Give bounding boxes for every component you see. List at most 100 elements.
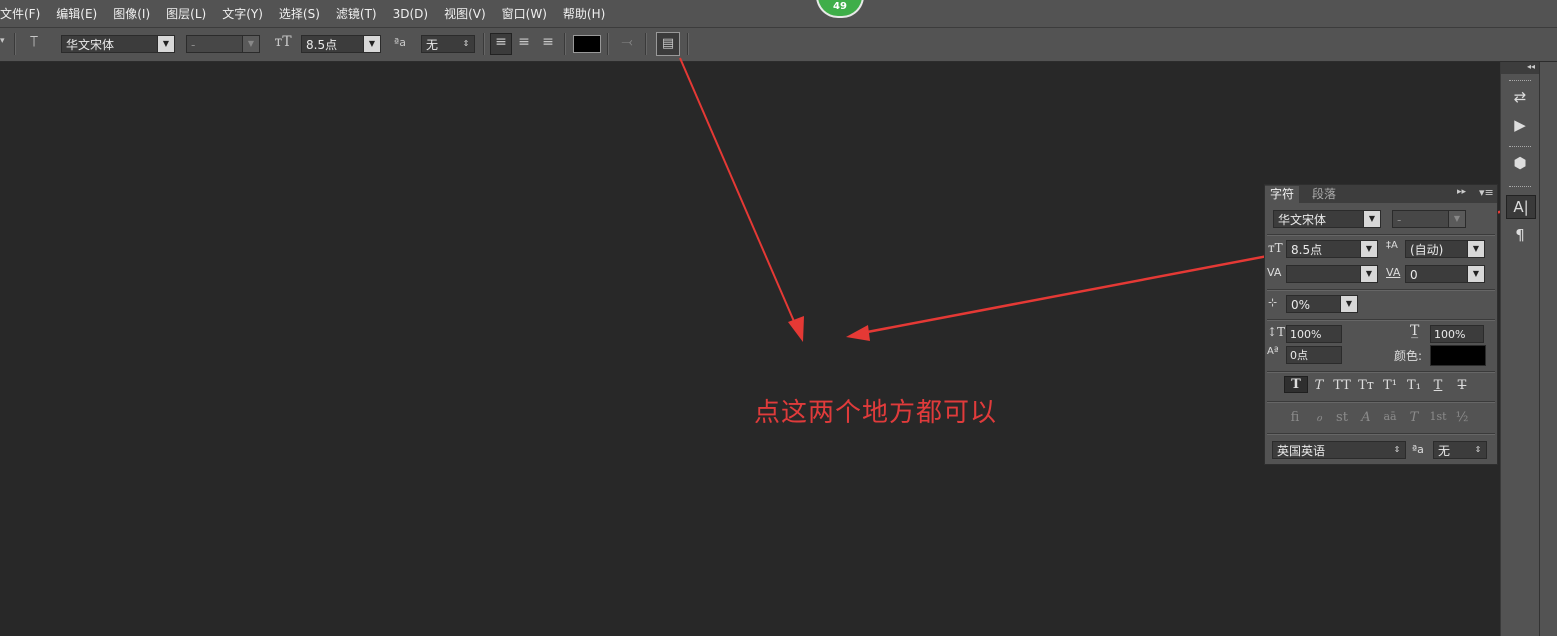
align-left-icon[interactable]: ≡ — [490, 33, 512, 55]
antialias-dropdown[interactable]: 无 ⇕ — [421, 35, 475, 53]
updown-icon: ⇕ — [1389, 442, 1405, 458]
subscript-button[interactable]: T₁ — [1403, 378, 1425, 393]
notification-badge[interactable]: 49 — [816, 0, 864, 18]
kerning-dropdown[interactable]: ▼ — [1286, 265, 1378, 283]
superscript-button[interactable]: T¹ — [1379, 378, 1401, 393]
chevron-down-icon: ▼ — [1363, 211, 1380, 227]
options-bar: ▾ ⟙ 华文宋体 ▼ - ▼ ᴛT 8.5点 ▼ ªa 无 ⇕ ≡ ≡ ≡ ⤙ ▤ — [0, 28, 1557, 62]
panel-font-family-dropdown[interactable]: 华文宋体 ▼ — [1273, 210, 1381, 228]
panel-antialias-dropdown[interactable]: 无 ⇕ — [1433, 441, 1487, 459]
divider — [1267, 234, 1495, 236]
chevron-down-icon: ▼ — [1448, 211, 1465, 227]
panel-font-style-dropdown[interactable]: - ▼ — [1392, 210, 1466, 228]
panel-menu-icon[interactable]: ▾≡ — [1479, 186, 1494, 199]
kerning-icon: VA — [1267, 266, 1282, 279]
color-swatch[interactable] — [1430, 345, 1486, 366]
faux-italic-button[interactable]: T — [1308, 378, 1330, 393]
warp-text-icon[interactable]: ⤙ — [616, 34, 638, 50]
strikethrough-button[interactable]: T — [1451, 378, 1473, 393]
divider — [1267, 319, 1495, 321]
language-dropdown[interactable]: 英国英语 ⇕ — [1272, 441, 1406, 459]
horizontal-scale-field[interactable]: 100% — [1430, 325, 1484, 343]
fractions-button[interactable]: ½ — [1451, 410, 1473, 425]
size-dropdown[interactable]: 8.5点 ▼ — [1286, 240, 1378, 258]
chevron-down-icon: ▼ — [1360, 241, 1377, 257]
menu-select[interactable]: 选择(S) — [271, 5, 328, 22]
menu-image[interactable]: 图像(I) — [105, 5, 158, 22]
panel-font-family-value: 华文宋体 — [1278, 213, 1327, 227]
panel-antialias-icon: ªa — [1412, 443, 1424, 456]
toggle-character-panel-icon[interactable]: ▤ — [656, 32, 680, 56]
tab-character[interactable]: 字符 — [1265, 186, 1300, 203]
font-style-dropdown[interactable]: - ▼ — [186, 35, 260, 53]
divider — [607, 33, 609, 55]
menu-filter[interactable]: 滤镜(T) — [328, 5, 385, 22]
divider — [483, 33, 485, 55]
all-caps-button[interactable]: TT — [1331, 378, 1353, 393]
menu-view[interactable]: 视图(V) — [436, 5, 494, 22]
text-orientation-icon[interactable]: ⟙ — [24, 34, 44, 50]
contextual-alternates-button[interactable]: st — [1331, 410, 1353, 425]
right-panel-edge — [1539, 62, 1557, 636]
3d-cube-icon[interactable]: ⬢ — [1506, 152, 1534, 174]
menu-3d[interactable]: 3D(D) — [385, 7, 436, 21]
vertical-scale-field[interactable]: 100% — [1286, 325, 1342, 343]
size-icon: ᴛT — [1268, 241, 1283, 255]
tab-paragraph[interactable]: 段落 — [1307, 186, 1341, 203]
faux-bold-button[interactable]: T — [1284, 376, 1308, 393]
actions-play-icon[interactable]: ▶ — [1506, 114, 1534, 136]
font-family-value: 华文宋体 — [66, 38, 115, 52]
font-family-dropdown[interactable]: 华文宋体 ▼ — [61, 35, 175, 53]
chevron-down-icon: ▼ — [242, 36, 259, 52]
panel-grip[interactable] — [1509, 186, 1531, 189]
tsume-dropdown[interactable]: 0% ▼ — [1286, 295, 1358, 313]
antialias-value: 无 — [426, 38, 439, 52]
panel-dock: ◂◂ ⇄ ▶ ⬢ A| ¶ — [1500, 62, 1539, 636]
tracking-icon: VA — [1386, 266, 1401, 279]
color-label: 颜色: — [1394, 349, 1423, 363]
tsume-value: 0% — [1291, 298, 1311, 312]
history-icon[interactable]: ⇄ — [1506, 86, 1534, 108]
menu-window[interactable]: 窗口(W) — [494, 5, 555, 22]
titling-alternates-button[interactable]: T — [1403, 410, 1425, 425]
small-caps-button[interactable]: Tт — [1355, 378, 1377, 393]
divider — [1267, 371, 1495, 373]
align-center-icon[interactable]: ≡ — [514, 34, 534, 50]
antialias-icon: ªa — [394, 36, 406, 49]
stylistic-alternates-button[interactable]: aā — [1379, 410, 1401, 423]
font-size-dropdown[interactable]: 8.5点 ▼ — [301, 35, 381, 53]
divider — [1267, 289, 1495, 291]
menu-help[interactable]: 帮助(H) — [555, 5, 613, 22]
chevron-down-icon: ▼ — [363, 36, 380, 52]
panel-font-style-value: - — [1397, 213, 1402, 227]
collapse-dock-icon[interactable]: ◂◂ — [1501, 62, 1539, 74]
character-panel-icon[interactable]: A| — [1506, 195, 1536, 219]
language-value: 英国英语 — [1277, 444, 1326, 458]
chevron-down-icon: ▼ — [1360, 266, 1377, 282]
leading-dropdown[interactable]: (自动) ▼ — [1405, 240, 1485, 258]
swash-button[interactable]: A — [1355, 410, 1377, 425]
horizontal-scale-icon: T̲ — [1410, 323, 1420, 339]
panel-antialias-value: 无 — [1438, 444, 1451, 458]
panel-collapse-icon[interactable]: ▸▸ — [1457, 187, 1466, 197]
divider — [14, 33, 16, 55]
menu-file[interactable]: 文件(F) — [0, 5, 48, 22]
panel-grip[interactable] — [1509, 80, 1531, 83]
underline-button[interactable]: T — [1427, 378, 1449, 393]
paragraph-panel-icon[interactable]: ¶ — [1506, 224, 1534, 246]
panel-grip[interactable] — [1509, 146, 1531, 149]
discretionary-ligatures-button[interactable]: ℴ — [1308, 410, 1330, 425]
align-right-icon[interactable]: ≡ — [538, 34, 558, 50]
menu-edit[interactable]: 编辑(E) — [48, 5, 105, 22]
ligatures-button[interactable]: fi — [1284, 410, 1306, 425]
chevron-down-icon: ▼ — [1467, 266, 1484, 282]
tracking-dropdown[interactable]: 0 ▼ — [1405, 265, 1485, 283]
menu-type[interactable]: 文字(Y) — [214, 5, 271, 22]
ordinals-button[interactable]: 1st — [1427, 410, 1449, 423]
baseline-shift-field[interactable]: 0点 — [1286, 346, 1342, 364]
tool-preset-arrow-icon[interactable]: ▾ — [0, 36, 5, 46]
text-color-swatch[interactable] — [573, 35, 601, 53]
font-size-icon: ᴛT — [274, 34, 292, 50]
menu-layer[interactable]: 图层(L) — [158, 5, 214, 22]
updown-icon: ⇕ — [458, 36, 474, 52]
